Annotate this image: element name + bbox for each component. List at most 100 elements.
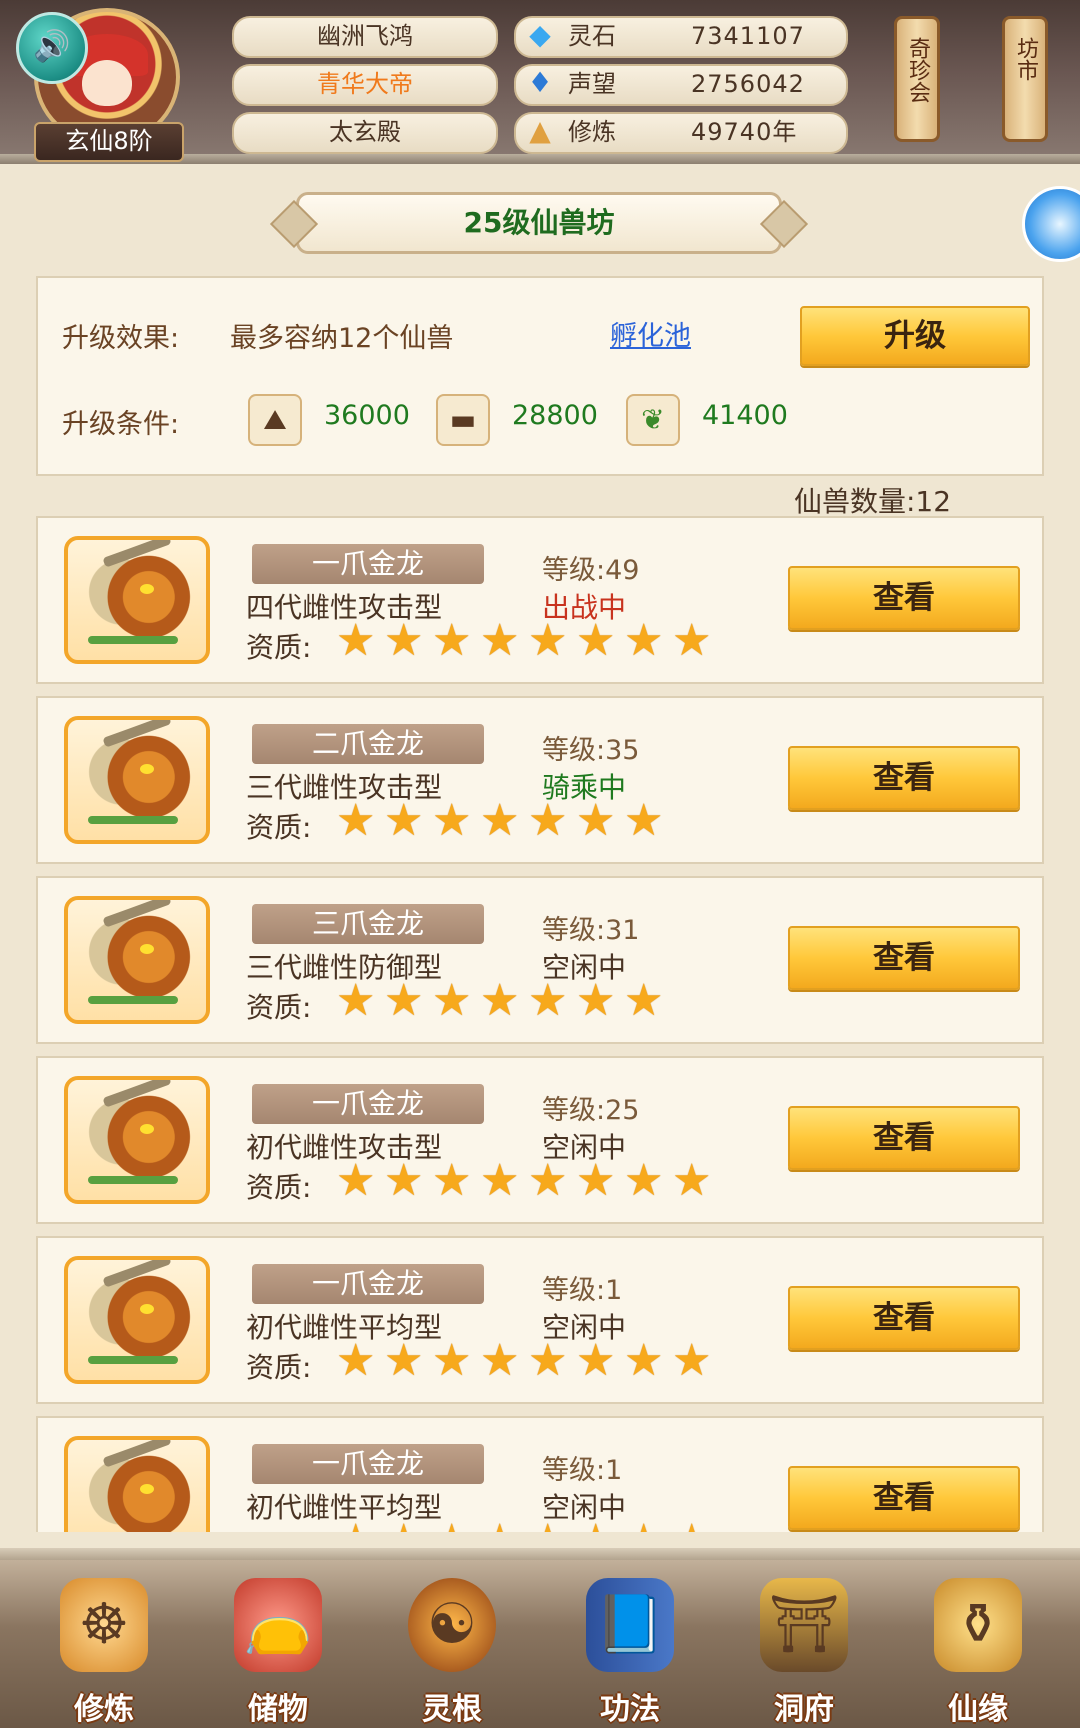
quality-star-icon: ★ — [432, 975, 472, 1026]
pet-portrait[interactable] — [64, 1076, 210, 1204]
nav-cultivate[interactable]: ☸ 修炼 — [34, 1572, 174, 1727]
pet-portrait[interactable] — [64, 1436, 210, 1532]
stat-label: 声望 — [568, 70, 616, 98]
nav-skills[interactable]: 📘 功法 — [560, 1572, 700, 1727]
dragon-whisker — [88, 996, 178, 1004]
spirit-stone-icon: ◆ — [529, 18, 551, 51]
dragon-whisker — [88, 816, 178, 824]
dragon-whisker — [88, 1356, 178, 1364]
quality-star-icon: ★ — [528, 795, 568, 846]
nav-label: 洞府 — [774, 1692, 834, 1727]
quality-star-icon: ★ — [672, 1518, 720, 1533]
quality-star-icon: ★ — [624, 795, 664, 846]
view-pet-button[interactable]: 查看 — [788, 1106, 1020, 1170]
pet-level: 等级:35 — [542, 735, 640, 766]
sound-toggle-icon[interactable]: 🔊 — [16, 12, 88, 84]
view-pet-button[interactable]: 查看 — [788, 566, 1020, 630]
nav-storage[interactable]: 👝 储物 — [208, 1572, 348, 1727]
pet-level: 等级:25 — [542, 1095, 640, 1126]
quality-star-icon: ★ — [480, 1155, 520, 1206]
pet-quality-label: 资质: — [246, 991, 312, 1024]
quality-star-icon: ★ — [528, 975, 568, 1026]
market-label: 坊市 — [1013, 37, 1038, 81]
reputation-icon: ♦ — [527, 66, 553, 99]
page-title: 25级仙兽坊 — [296, 192, 782, 254]
quality-star-icon: ★ — [432, 615, 472, 666]
quality-star-icon: ★ — [384, 615, 424, 666]
pet-name: 三爪金龙 — [252, 904, 484, 944]
pet-portrait[interactable] — [64, 716, 210, 844]
quality-star-icon: ★ — [624, 1155, 664, 1206]
quality-star-icon: ★ — [480, 1335, 520, 1386]
dragon-whisker — [88, 636, 178, 644]
pet-card: 一爪金龙 初代雌性攻击型 等级:25 空闲中 资质: ★ ★ ★ ★ ★ ★ ★ ★ 查看 — [36, 1056, 1044, 1224]
quality-stars: ★★★★★★★★ — [336, 618, 720, 664]
quality-star-icon: ★ — [432, 795, 472, 846]
quality-star-icon: ★ — [480, 795, 520, 846]
nav-label: 修炼 — [74, 1692, 134, 1727]
pet-portrait[interactable] — [64, 536, 210, 664]
pet-level: 等级:31 — [542, 915, 640, 946]
quality-star-icon: ★ — [672, 1155, 712, 1206]
pet-level: 等级:1 — [542, 1455, 623, 1486]
stat-value: 2756042 — [691, 70, 805, 98]
nav-label: 仙缘 — [948, 1692, 1008, 1727]
nav-cave[interactable]: ⛩ 洞府 — [734, 1572, 874, 1727]
stat-label: 修炼 — [568, 118, 616, 146]
quality-star-icon: ★ — [384, 975, 424, 1026]
wood-icon: ▬ — [436, 394, 490, 446]
quality-star-icon: ★ — [384, 1155, 424, 1206]
stat-spirit-stone: ◆ 灵石 7341107 — [514, 16, 848, 58]
pet-name: 一爪金龙 — [252, 1444, 484, 1484]
quality-star-icon: ★ — [624, 1335, 664, 1386]
pet-quality-label: 资质: — [246, 1526, 311, 1532]
gourd-icon: ⚱ — [934, 1578, 1022, 1672]
quality-star-icon: ★ — [336, 1155, 376, 1206]
herb-icon: ❦ — [626, 394, 680, 446]
bottom-nav: ☸ 修炼 👝 储物 ☯ 灵根 📘 功法 ⛩ 洞府 ⚱ 仙缘 — [0, 1560, 1080, 1728]
quality-star-icon: ★ — [576, 975, 616, 1026]
nav-label: 功法 — [600, 1692, 660, 1727]
treasure-fair-button[interactable]: 奇珍会 — [894, 16, 940, 142]
resource-herb-value: 41400 — [702, 400, 788, 431]
view-pet-button[interactable]: 查看 — [788, 1286, 1020, 1350]
side-pet-icon[interactable] — [1022, 186, 1080, 262]
pet-name: 一爪金龙 — [252, 1084, 484, 1124]
meditation-icon: ☸ — [60, 1578, 148, 1672]
quality-star-icon: ★ — [624, 1518, 672, 1533]
dragon-eye — [140, 764, 154, 774]
view-pet-button[interactable]: 查看 — [788, 746, 1020, 810]
pet-count: 仙兽数量:12 — [794, 485, 952, 518]
pet-card: 一爪金龙初代雌性平均型等级:1空闲中资质:★★★★★★★★查看 — [36, 1236, 1044, 1404]
upgrade-effect-label: 升级效果: — [62, 323, 180, 354]
quality-star-icon: ★ — [528, 1518, 576, 1533]
hatch-pool-link[interactable]: 孵化池 — [610, 314, 691, 353]
dragon-eye — [140, 1124, 154, 1134]
pet-quality-label: 资质: — [246, 1171, 312, 1204]
pet-portrait[interactable] — [64, 1256, 210, 1384]
view-pet-button[interactable]: 查看 — [788, 926, 1020, 990]
pet-card: 二爪金龙 三代雌性攻击型 等级:35 骑乘中 资质: ★ ★ ★ ★ ★ ★ ★ 查看 — [36, 696, 1044, 864]
spirit-root-icon: ☯ — [408, 1578, 496, 1672]
view-pet-button[interactable]: 查看 — [788, 1466, 1020, 1530]
upgrade-panel: 升级效果: 最多容纳12个仙兽 孵化池 升级 升级条件: ⛰ 36000 ▬ 2… — [36, 276, 1044, 476]
stat-value: 7341107 — [691, 22, 805, 50]
dragon-eye — [140, 944, 154, 954]
pet-name: 二爪金龙 — [252, 724, 484, 764]
quality-star-icon: ★ — [336, 1518, 384, 1533]
stat-value: 49740年 — [691, 118, 798, 146]
upgrade-button[interactable]: 升级 — [800, 306, 1030, 366]
stat-label: 灵石 — [568, 22, 616, 50]
market-button[interactable]: 坊市 — [1002, 16, 1048, 142]
nav-fate[interactable]: ⚱ 仙缘 — [908, 1572, 1048, 1727]
quality-star-icon: ★ — [624, 975, 664, 1026]
cave-palace-icon: ⛩ — [760, 1578, 848, 1672]
sect-name: 太玄殿 — [232, 112, 498, 154]
pet-list[interactable]: 一爪金龙 四代雌性攻击型 等级:49 出战中 资质: ★ ★ ★ ★ ★ ★ ★ ★ 查看 二爪金龙 三代雌性… — [36, 516, 1044, 1532]
quality-star-icon: ★ — [336, 1335, 376, 1386]
nav-spirit-root[interactable]: ☯ 灵根 — [382, 1572, 522, 1727]
pet-card: 一爪金龙 四代雌性攻击型 等级:49 出战中 资质: ★ ★ ★ ★ ★ ★ ★ ★ 查看 — [36, 516, 1044, 684]
quality-star-icon: ★ — [528, 615, 568, 666]
pet-portrait[interactable] — [64, 896, 210, 1024]
quality-star-icon: ★ — [384, 1335, 424, 1386]
